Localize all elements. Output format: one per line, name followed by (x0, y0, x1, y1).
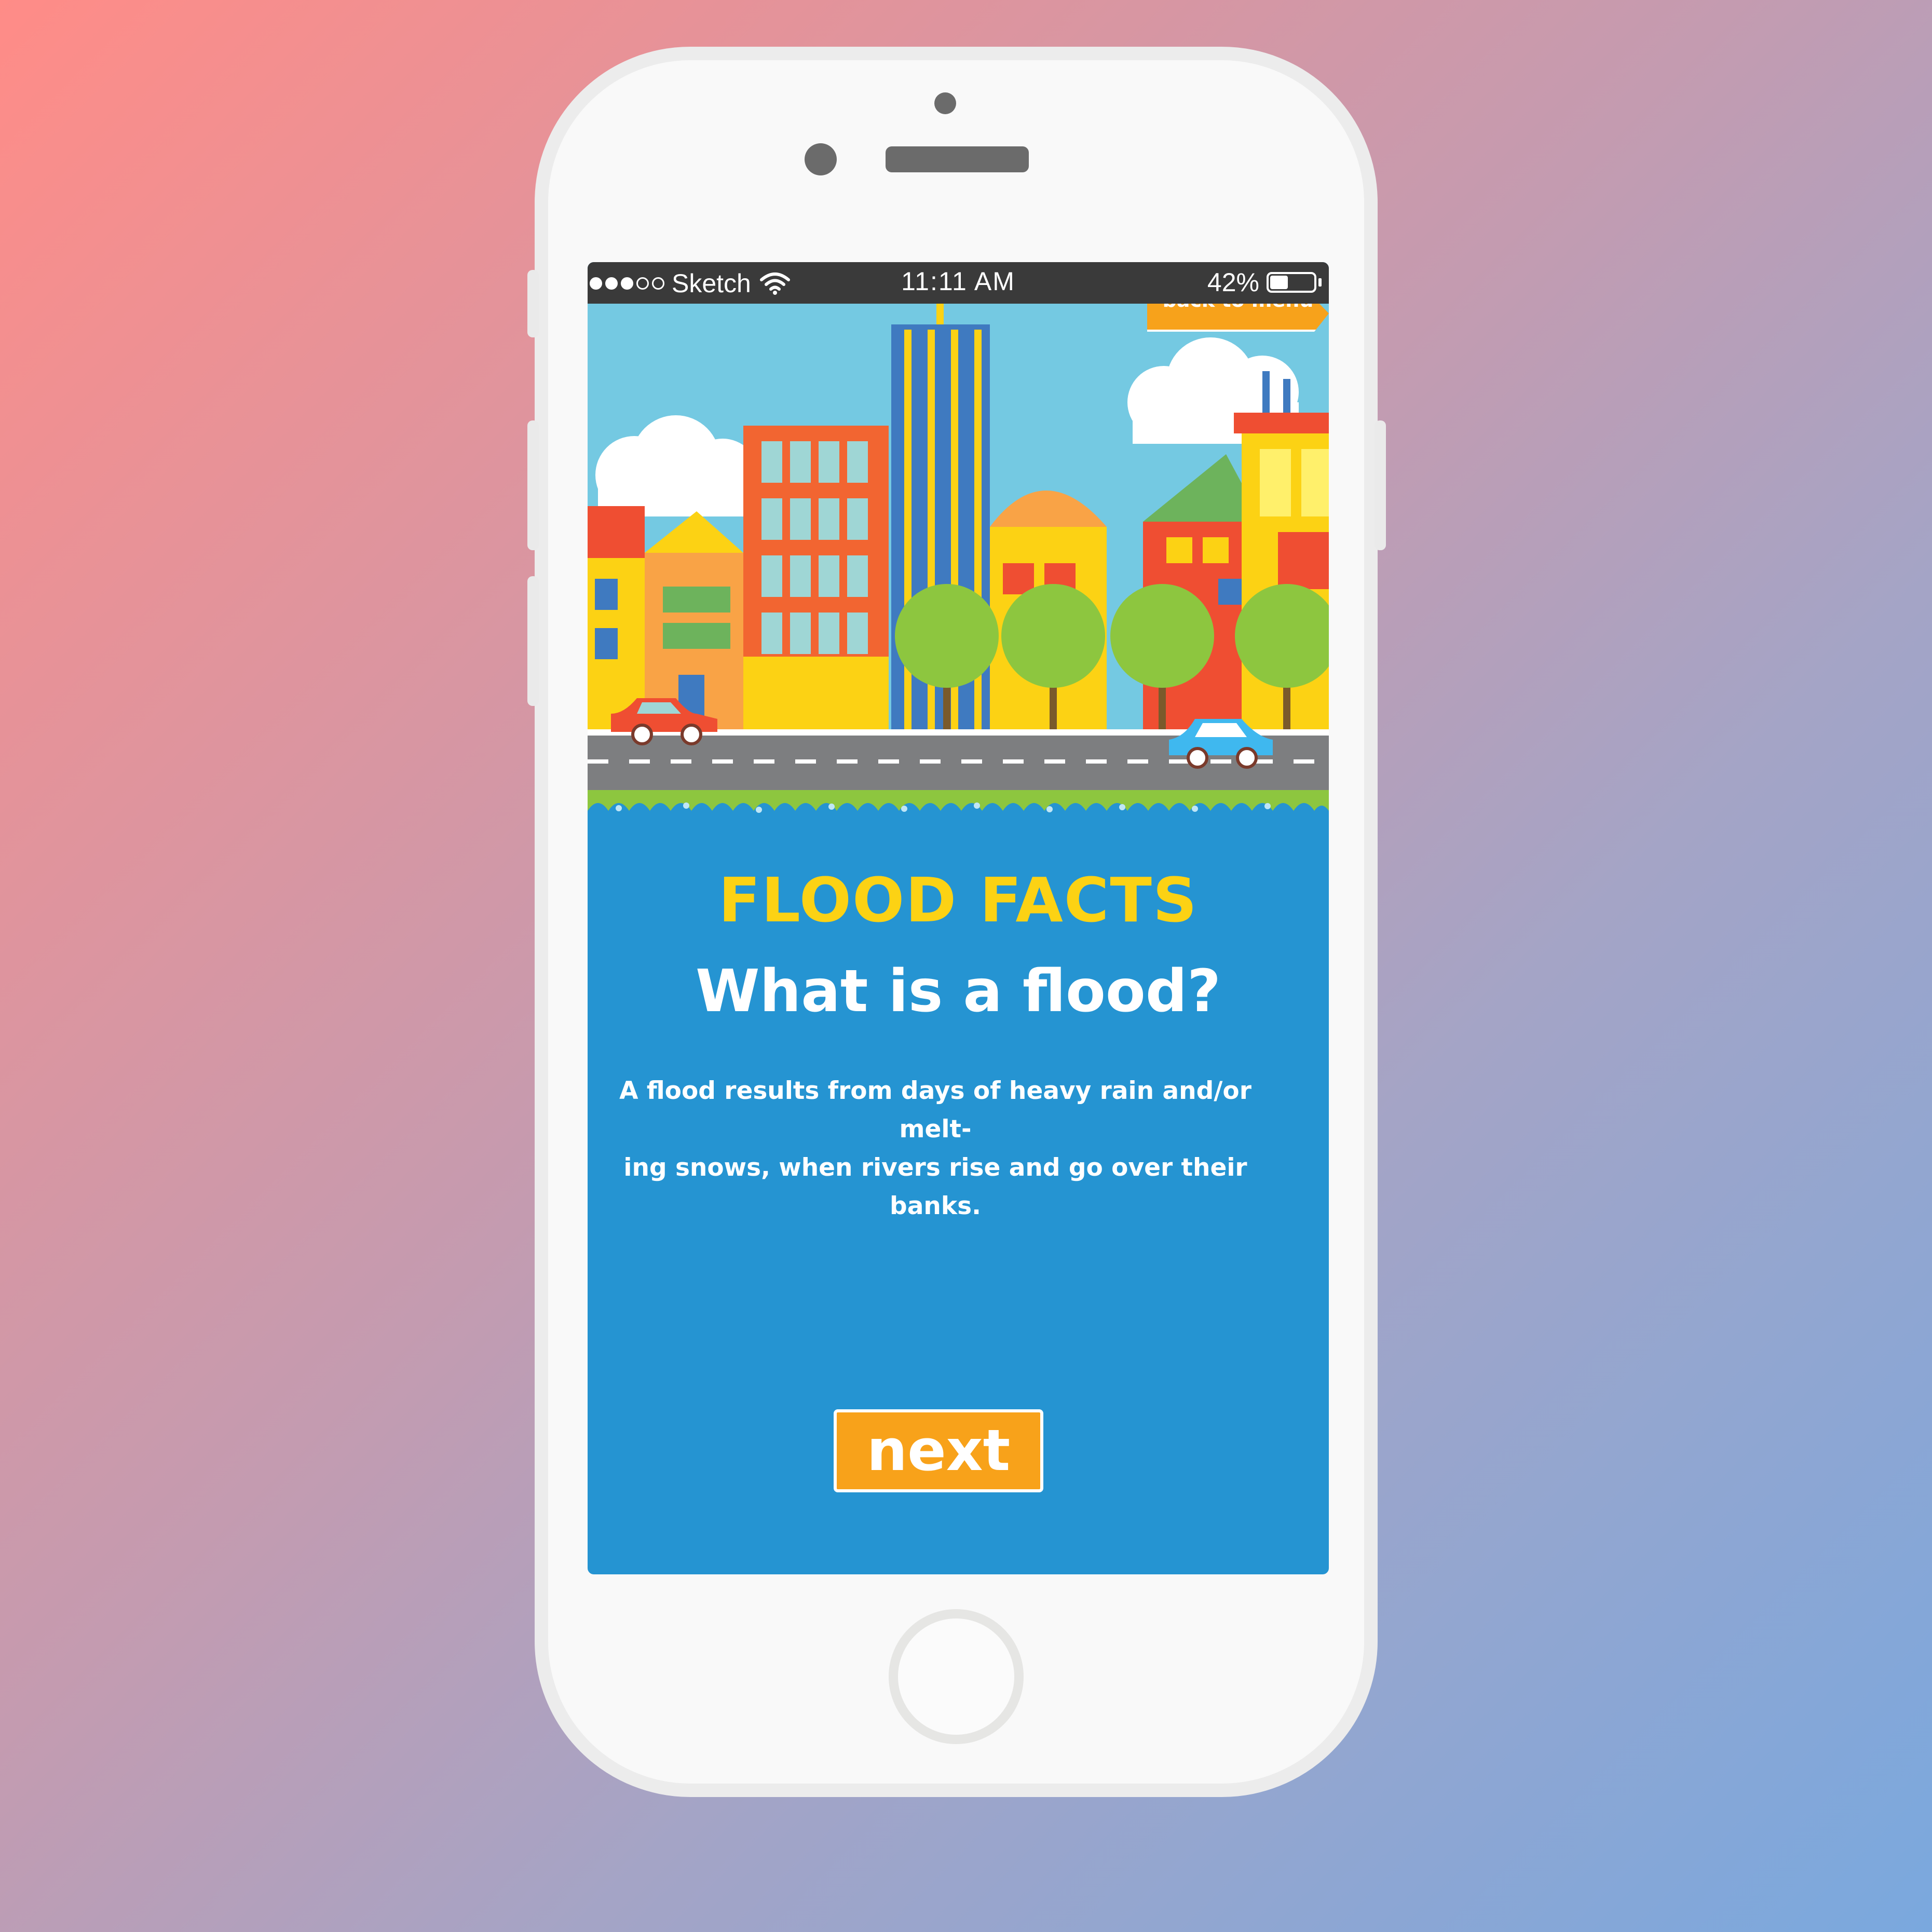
status-bar: Sketch 11:11 AM 42% (588, 262, 1329, 304)
next-button[interactable]: next (834, 1409, 1043, 1492)
home-button[interactable] (889, 1609, 1024, 1744)
earpiece-speaker (886, 146, 1029, 172)
fact-text-line-2: ing snows, when rivers rise and go over … (623, 1153, 1247, 1220)
battery-percent: 42% (1207, 268, 1259, 297)
front-camera (805, 143, 837, 175)
fact-text-line-1: A flood results from days of heavy rain … (619, 1077, 1251, 1144)
app-screen: Sketch 11:11 AM 42% back to menu FLOOD F… (588, 262, 1329, 1574)
question-heading: What is a flood? (695, 958, 1221, 1025)
volume-up-button (527, 420, 539, 550)
battery-icon (1267, 272, 1316, 293)
section-title: FLOOD FACTS (718, 864, 1198, 936)
mute-switch (527, 270, 539, 337)
flood-water-band (588, 790, 1329, 837)
proximity-sensor (934, 92, 956, 114)
city-illustration (588, 304, 1329, 815)
fact-text: A flood results from days of heavy rain … (598, 1072, 1273, 1226)
volume-down-button (527, 576, 539, 706)
power-button (1375, 420, 1386, 550)
